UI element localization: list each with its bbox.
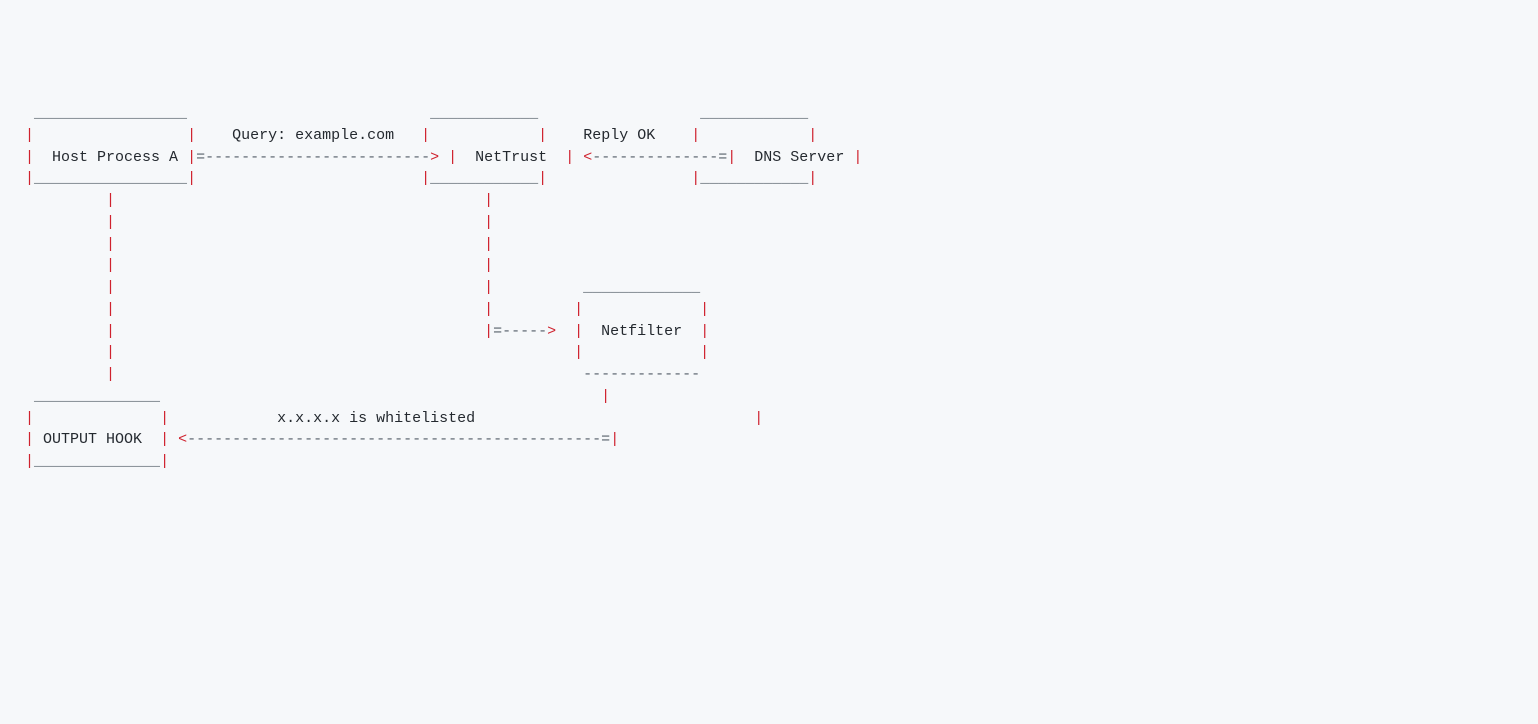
query-label: Query: example.com	[196, 127, 421, 144]
output-hook-box: OUTPUT HOOK	[34, 431, 160, 448]
ascii-diagram: _________________ ____________ _________…	[16, 103, 1522, 473]
whitelisted-label: x.x.x.x is whitelisted	[169, 410, 475, 427]
host-process-box: Host Process A	[34, 149, 187, 166]
diagram-line: _________________ ____________ _________…	[16, 105, 808, 122]
reply-ok-label: Reply OK	[547, 127, 691, 144]
netfilter-box: Netfilter	[583, 323, 700, 340]
dns-server-box: DNS Server	[736, 149, 853, 166]
nettrust-box: NetTrust	[457, 149, 565, 166]
